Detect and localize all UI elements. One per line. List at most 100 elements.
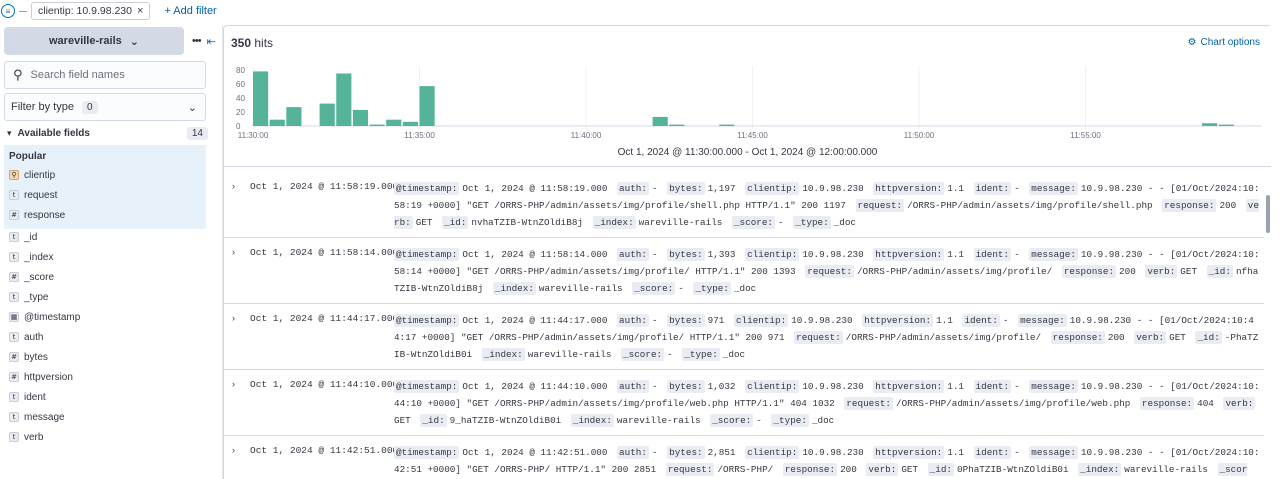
field-item-httpversion[interactable]: # httpversion [4,367,206,387]
field-key: httpversion: [873,446,945,459]
histogram-bar[interactable] [269,119,285,126]
chart-options-button[interactable]: ⚙ Chart options [1188,37,1260,48]
field-key: _id: [442,216,469,229]
data-view-selector[interactable]: wareville-rails ⌄ [4,27,184,55]
field-item-response[interactable]: # response [4,205,206,225]
field-value: - [1002,315,1009,326]
document-source: @timestamp: Oct 1, 2024 @ 11:44:10.000 au… [394,378,1262,429]
available-fields-toggle[interactable]: ▾ Available fields 14 [4,125,208,141]
add-filter-button[interactable]: + Add filter [164,5,216,17]
field-value: GET [901,464,919,475]
document-row: › Oct 1, 2024 @ 11:44:17.000 @timestamp: Oc… [224,304,1264,370]
field-type-text-icon: t [9,412,19,422]
field-value: GET [394,415,411,426]
field-item-bytes[interactable]: # bytes [4,347,206,367]
sidebar: wareville-rails ⌄ ••• ⇤ ⚲ Search field n… [0,25,222,479]
field-key: clientip: [733,314,789,327]
field-name: httpversion [24,371,73,383]
field-type-text-icon: t [9,392,19,402]
field-key: _index: [592,216,636,229]
histogram-bar[interactable] [352,109,369,126]
field-key: clientip: [745,248,800,261]
filter-menu-icon[interactable]: ≡ [1,4,15,18]
field-key: _index: [570,414,614,427]
field-item-timestamp[interactable]: ▦ @timestamp [4,307,206,327]
field-item-message[interactable]: t message [4,407,206,427]
field-value: /ORRS-PHP/admin/assets/img/profile/shell… [907,200,1153,211]
field-item-type[interactable]: t _type [4,287,206,307]
scrollbar[interactable] [1266,195,1270,233]
expand-row-icon[interactable]: › [232,313,235,323]
chevron-down-icon: ▾ [7,127,12,138]
document-timestamp: Oct 1, 2024 @ 11:44:10.000 [250,379,399,390]
histogram-bar[interactable] [319,103,335,126]
field-item-auth[interactable]: t auth [4,327,206,347]
histogram-chart[interactable]: 80 60 40 20 011:30:00 11:35:00 11:40:00 11:45:0… [224,62,1271,142]
field-value: 404 [1197,398,1214,409]
document-row: › Oct 1, 2024 @ 11:58:19.000 @timestamp: Oc… [224,172,1264,238]
field-value: 10.9.98.230 [802,249,864,260]
main-panel: 350 hits ⚙ Chart options 80 60 40 20 0 11:30:… [223,25,1271,479]
field-item-request[interactable]: t request [4,185,206,205]
field-item-index[interactable]: t _index [4,247,206,267]
histogram-bar[interactable] [419,86,435,126]
histogram-bar[interactable] [1218,124,1234,126]
expand-row-icon[interactable]: › [232,445,235,455]
field-key: @timestamp: [394,248,460,261]
field-key: _id: [1206,265,1233,278]
close-icon[interactable]: × [137,5,143,17]
collapse-sidebar-icon[interactable]: ⇤ [207,35,216,48]
field-item-ident[interactable]: t ident [4,387,206,407]
expand-row-icon[interactable]: › [232,247,235,257]
field-item-score[interactable]: # _score [4,267,206,287]
field-value: - [1014,249,1020,260]
field-key: clientip: [745,182,800,195]
field-key: request: [855,199,905,212]
histogram-bar[interactable] [719,124,735,126]
field-key: verb: [866,463,899,476]
field-value: _doc [722,349,746,360]
histogram-bar[interactable] [253,71,269,126]
field-item-id[interactable]: t _id [4,227,206,247]
histogram-bar[interactable] [369,124,385,126]
field-key: message: [1029,446,1078,459]
histogram-bar[interactable] [286,107,302,126]
field-key: response: [1162,199,1217,212]
chevron-down-icon: ⌄ [187,101,197,114]
more-options-icon[interactable]: ••• [192,35,202,47]
field-value: wareville-rails [1124,464,1208,475]
filter-pill-clientip[interactable]: clientip: 10.9.98.230 × [31,2,151,20]
histogram-bar[interactable] [386,119,402,126]
hits-number: 350 [231,36,252,50]
x-tick-label: 11:45:00 [737,131,768,140]
field-key: ident: [973,182,1012,195]
field-key: @timestamp: [394,446,460,459]
expand-row-icon[interactable]: › [232,181,235,191]
field-key: message: [1018,314,1067,327]
search-field-names-input[interactable]: ⚲ Search field names [4,61,206,89]
histogram-bar[interactable] [669,124,685,126]
document-row: › Oct 1, 2024 @ 11:44:10.000 @timestamp: Oc… [224,370,1264,436]
field-name: response [24,209,66,221]
histogram-bar[interactable] [652,116,668,126]
y-tick-label: 0 [236,122,241,131]
field-key: _type: [693,282,731,295]
field-value: 1.1 [947,447,964,458]
field-key: auth: [617,182,649,195]
field-name: request [24,189,58,201]
document-source: @timestamp: Oct 1, 2024 @ 11:44:17.000 au… [394,312,1262,363]
field-value: - [651,447,658,458]
field-key: ident: [973,380,1012,393]
chart-divider [224,166,1271,167]
field-item-clientip[interactable]: ⚲ clientip [4,165,206,185]
field-key: _index: [1078,463,1122,476]
field-key: response: [782,463,838,476]
histogram-bar[interactable] [1202,123,1218,126]
field-type-number-icon: # [9,210,19,220]
histogram-bar[interactable] [336,73,352,127]
filter-by-type-button[interactable]: Filter by type 0 ⌄ [4,93,206,121]
expand-row-icon[interactable]: › [232,379,235,389]
field-key: request: [665,463,715,476]
histogram-bar[interactable] [402,121,418,126]
field-item-verb[interactable]: t verb [4,427,206,447]
